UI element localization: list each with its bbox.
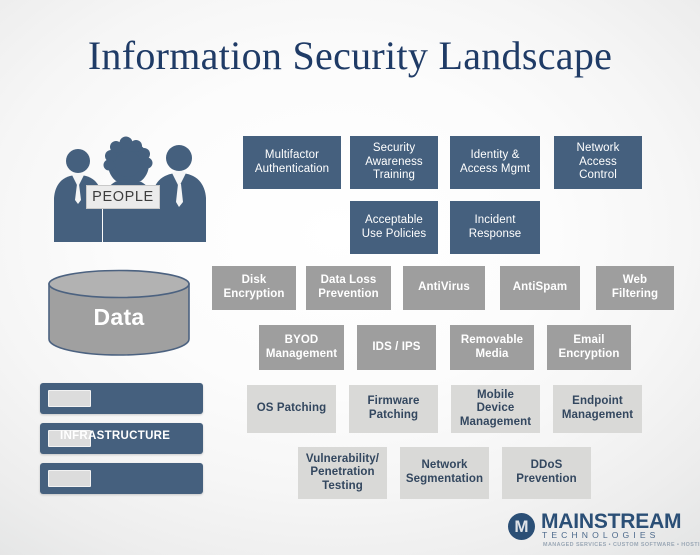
control-box[interactable]: Incident Response — [450, 201, 540, 254]
control-box[interactable]: Vulnerability/ Penetration Testing — [298, 447, 387, 499]
control-box[interactable]: Removable Media — [450, 325, 534, 370]
logo-subtitle: TECHNOLOGIES — [542, 530, 660, 540]
control-box[interactable]: Security Awareness Training — [350, 136, 438, 189]
logo-mark-icon: M — [508, 513, 535, 540]
logo-wordmark: MAINSTREAM — [541, 510, 682, 533]
control-box[interactable]: BYOD Management — [259, 325, 344, 370]
control-box[interactable]: OS Patching — [247, 385, 336, 433]
control-box[interactable]: Network Segmentation — [400, 447, 489, 499]
server-rack-bottom — [40, 463, 203, 494]
server-rack-top — [40, 383, 203, 414]
control-box[interactable]: Web Filtering — [596, 266, 674, 310]
slide-canvas: Information Security Landscape PEOPLE Da… — [0, 0, 700, 555]
control-box[interactable]: Multifactor Authentication — [243, 136, 341, 189]
control-box[interactable]: DDoS Prevention — [502, 447, 591, 499]
people-label: PEOPLE — [86, 185, 160, 209]
data-cylinder: Data — [46, 268, 192, 358]
infrastructure-label: INFRASTRUCTURE — [60, 430, 171, 442]
logo-tagline: MANAGED SERVICES • CUSTOM SOFTWARE • HOS… — [543, 542, 700, 548]
page-title: Information Security Landscape — [87, 33, 613, 78]
control-box[interactable]: Disk Encryption — [212, 266, 296, 310]
server-slot-icon — [48, 390, 91, 407]
logo-monogram: M — [514, 516, 529, 536]
server-slot-icon — [48, 470, 91, 487]
database-cylinder-icon — [48, 269, 190, 356]
control-box[interactable]: Endpoint Management — [553, 385, 642, 433]
control-box[interactable]: Email Encryption — [547, 325, 631, 370]
control-box[interactable]: Firmware Patching — [349, 385, 438, 433]
control-box[interactable]: IDS / IPS — [357, 325, 436, 370]
control-box[interactable]: AntiVirus — [403, 266, 485, 310]
control-box[interactable]: Data Loss Prevention — [306, 266, 391, 310]
company-logo: M MAINSTREAM TECHNOLOGIES MANAGED SERVIC… — [508, 509, 700, 551]
control-box[interactable]: Mobile Device Management — [451, 385, 540, 433]
control-box[interactable]: Identity & Access Mgmt — [450, 136, 540, 189]
control-box[interactable]: AntiSpam — [500, 266, 580, 310]
control-box[interactable]: Network Access Control — [554, 136, 642, 189]
control-box[interactable]: Acceptable Use Policies — [350, 201, 438, 254]
people-illustration: PEOPLE — [46, 134, 214, 244]
